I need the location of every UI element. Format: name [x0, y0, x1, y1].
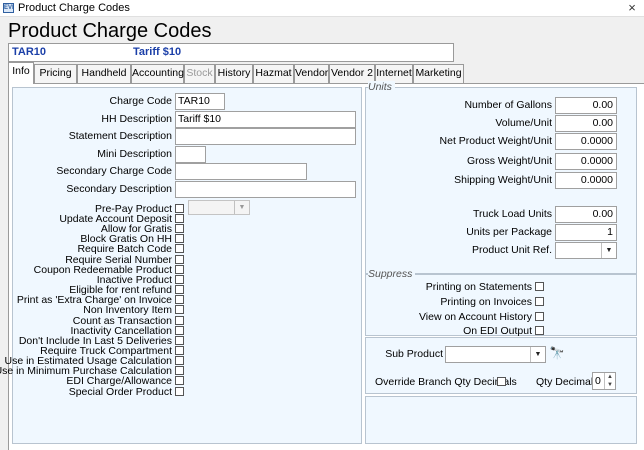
statement-description-label: Statement Description [68, 130, 172, 142]
record-code: TAR10 [12, 46, 47, 58]
units-per-package-input[interactable]: 1 [555, 224, 617, 241]
truck-load-units-label: Truck Load Units [473, 208, 552, 220]
tab-history[interactable]: History [215, 64, 253, 83]
units-per-package-label: Units per Package [466, 226, 552, 238]
empty-panel [365, 396, 637, 444]
prepay-product-select[interactable]: ▼ [188, 200, 250, 215]
tab-hazmat[interactable]: Hazmat [253, 64, 294, 83]
option-checkbox[interactable] [175, 275, 184, 284]
chevron-down-icon: ▼ [530, 347, 545, 362]
option-checkbox[interactable] [175, 305, 184, 314]
unit-field-input[interactable]: 0.0000 [555, 133, 617, 150]
window-titlebar: EVI Product Charge Codes × [0, 0, 644, 17]
override-branch-qty-decimals-label: Override Branch Qty Decimals [375, 376, 517, 388]
suppress-edi-output-label: On EDI Output [463, 325, 532, 337]
binoculars-icon[interactable]: 🔭 [549, 345, 565, 361]
spin-up-icon[interactable]: ▲ [605, 373, 615, 381]
unit-field-label: Number of Gallons [464, 99, 552, 111]
suppress-statements-label: Printing on Statements [425, 281, 532, 293]
tab-marketing[interactable]: Marketing [413, 64, 464, 83]
option-checkbox[interactable] [175, 244, 184, 253]
window-title: Product Charge Codes [18, 2, 130, 14]
page-title: Product Charge Codes [8, 20, 212, 42]
unit-field-label: Net Product Weight/Unit [439, 135, 552, 147]
option-checkbox[interactable] [175, 366, 184, 375]
unit-field-label: Gross Weight/Unit [467, 155, 552, 167]
suppress-section-title: Suppress [368, 268, 416, 280]
unit-field-label: Volume/Unit [495, 117, 552, 129]
close-icon[interactable]: × [624, 1, 640, 15]
hh-description-label: HH Description [101, 113, 172, 125]
unit-field-label: Shipping Weight/Unit [454, 174, 552, 186]
prepay-product-checkbox[interactable] [175, 204, 184, 213]
record-info-bar: TAR10 Tariff $10 [8, 43, 454, 62]
suppress-account-history-label: View on Account History [418, 311, 532, 323]
spin-down-icon[interactable]: ▼ [605, 381, 615, 389]
app-icon: EVI [3, 3, 14, 13]
option-checkbox[interactable] [175, 255, 184, 264]
option-checkbox[interactable] [175, 295, 184, 304]
secondary-description-label: Secondary Description [66, 183, 172, 195]
sub-product-label: Sub Product [385, 348, 443, 360]
suppress-invoices-label: Printing on Invoices [440, 296, 532, 308]
tab-pricing[interactable]: Pricing [34, 64, 77, 83]
tab-accounting[interactable]: Accounting [131, 64, 184, 83]
option-label: Special Order Product [68, 386, 172, 398]
override-branch-qty-decimals-checkbox[interactable] [497, 377, 506, 386]
option-checkbox[interactable] [175, 387, 184, 396]
mini-description-input[interactable] [175, 146, 206, 163]
sub-product-select[interactable]: ▼ [445, 346, 546, 363]
suppress-edi-output-checkbox[interactable] [535, 326, 544, 335]
option-checkbox[interactable] [175, 326, 184, 335]
record-description: Tariff $10 [133, 46, 182, 58]
secondary-description-input[interactable] [175, 181, 356, 198]
unit-field-input[interactable]: 0.00 [555, 115, 617, 132]
units-divider [366, 87, 636, 88]
units-section-title: Units [368, 81, 395, 93]
unit-field-input[interactable]: 0.0000 [555, 153, 617, 170]
chevron-down-icon: ▼ [234, 201, 249, 214]
hh-description-input[interactable]: Tariff $10 [175, 111, 356, 128]
suppress-statements-checkbox[interactable] [535, 282, 544, 291]
option-checkbox[interactable] [175, 316, 184, 325]
option-checkbox[interactable] [175, 285, 184, 294]
chevron-down-icon: ▼ [601, 243, 616, 258]
tab-stock[interactable]: Stock [184, 64, 215, 83]
product-unit-ref-select[interactable]: ▼ [555, 242, 617, 259]
statement-description-input[interactable] [175, 128, 356, 145]
product-unit-ref-label: Product Unit Ref. [472, 244, 552, 256]
charge-code-label: Charge Code [109, 95, 172, 107]
tab-handheld[interactable]: Handheld [77, 64, 131, 83]
truck-load-units-input[interactable]: 0.00 [555, 206, 617, 223]
option-checkbox[interactable] [175, 346, 184, 355]
option-checkbox[interactable] [175, 224, 184, 233]
secondary-charge-code-input[interactable] [175, 163, 307, 180]
unit-field-input[interactable]: 0.0000 [555, 172, 617, 189]
unit-field-input[interactable]: 0.00 [555, 97, 617, 114]
option-checkbox[interactable] [175, 336, 184, 345]
tab-vendor[interactable]: Vendor [294, 64, 329, 83]
tab-info[interactable]: Info [8, 62, 34, 84]
suppress-invoices-checkbox[interactable] [535, 297, 544, 306]
qty-decimals-label: Qty Decimals [536, 376, 599, 388]
suppress-account-history-checkbox[interactable] [535, 312, 544, 321]
option-checkbox[interactable] [175, 214, 184, 223]
option-checkbox[interactable] [175, 376, 184, 385]
mini-description-label: Mini Description [97, 148, 172, 160]
option-checkbox[interactable] [175, 356, 184, 365]
qty-decimals-stepper[interactable]: ▲ ▼ [604, 373, 615, 389]
option-checkbox[interactable] [175, 265, 184, 274]
secondary-charge-code-label: Secondary Charge Code [56, 165, 172, 177]
charge-code-input[interactable]: TAR10 [175, 93, 225, 110]
option-checkbox[interactable] [175, 234, 184, 243]
